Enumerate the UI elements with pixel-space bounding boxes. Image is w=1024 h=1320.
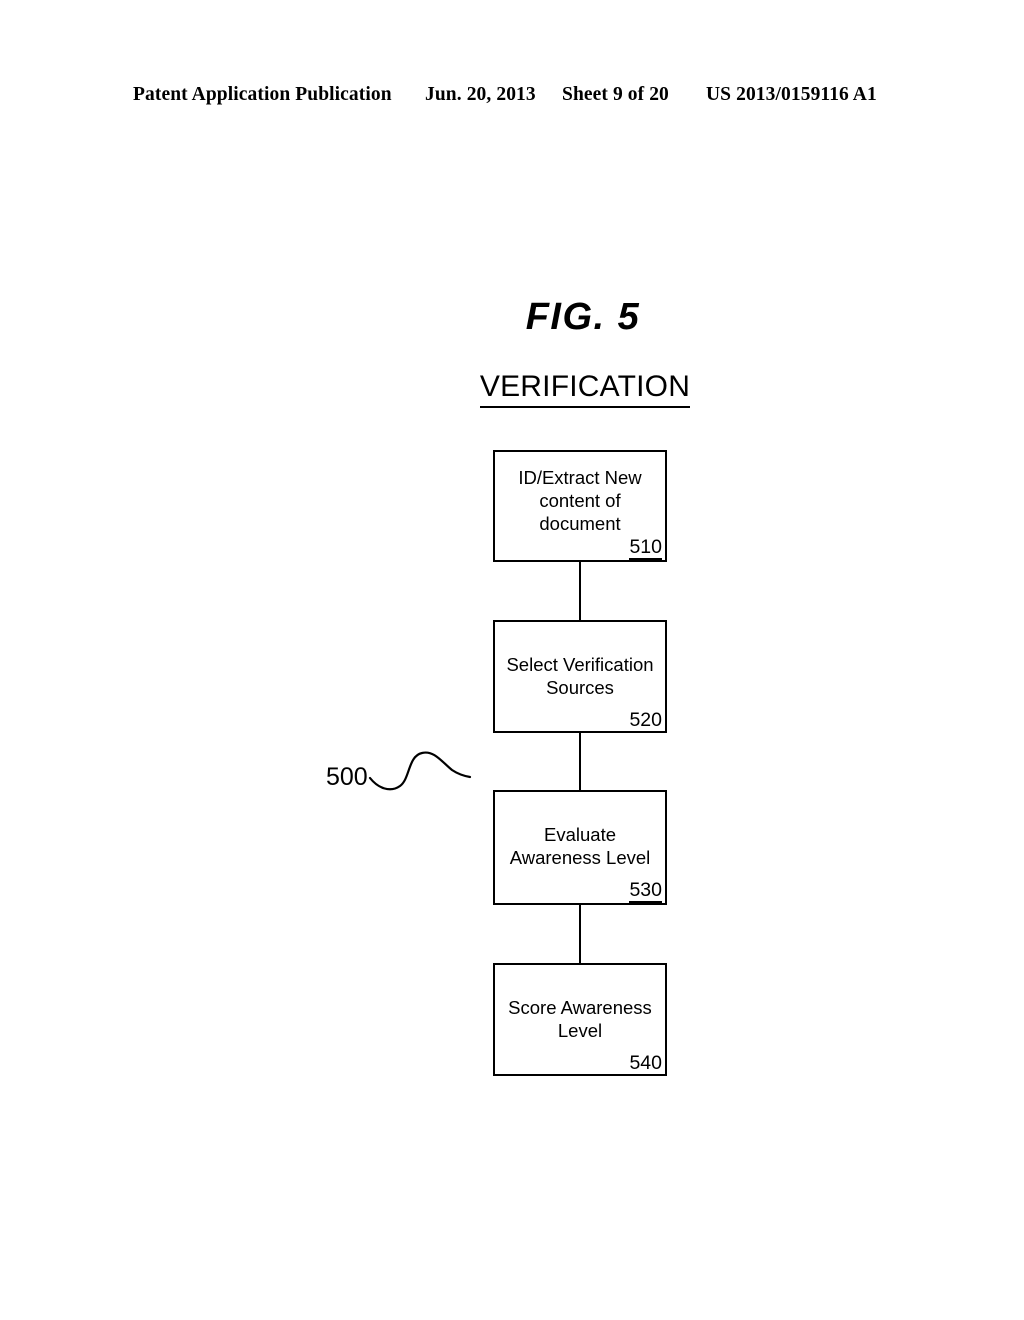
flowchart-diagram: ID/Extract New content of document 510 S…: [0, 0, 1024, 1320]
flow-node-530-ref-wrap: 530: [495, 869, 665, 903]
flow-node-520-ref: 520: [629, 709, 662, 733]
flow-node-540-ref-wrap: 540: [495, 1042, 665, 1076]
flow-node-520-ref-wrap: 520: [495, 699, 665, 733]
flow-node-520: Select Verification Sources 520: [493, 620, 667, 733]
flow-node-510: ID/Extract New content of document 510: [493, 450, 667, 562]
flow-node-540-text: Score Awareness Level: [508, 997, 652, 1041]
connector-530-to-540: [579, 905, 581, 963]
flow-node-510-ref-wrap: 510: [495, 535, 665, 560]
flow-node-520-text: Select Verification Sources: [506, 654, 654, 698]
connector-510-to-520: [579, 562, 581, 620]
flow-node-530-text: Evaluate Awareness Level: [509, 824, 651, 868]
leader-line-squiggle-icon: [368, 751, 472, 791]
connector-520-to-530: [579, 733, 581, 790]
flow-node-530: Evaluate Awareness Level 530: [493, 790, 667, 905]
flow-node-540: Score Awareness Level 540: [493, 963, 667, 1076]
figure-reference-500: 500: [326, 763, 368, 791]
flow-node-510-text: ID/Extract New content of document: [518, 467, 642, 534]
flow-node-540-ref: 540: [629, 1052, 662, 1076]
flow-node-510-ref: 510: [629, 536, 662, 560]
flow-node-530-ref: 530: [629, 879, 662, 903]
